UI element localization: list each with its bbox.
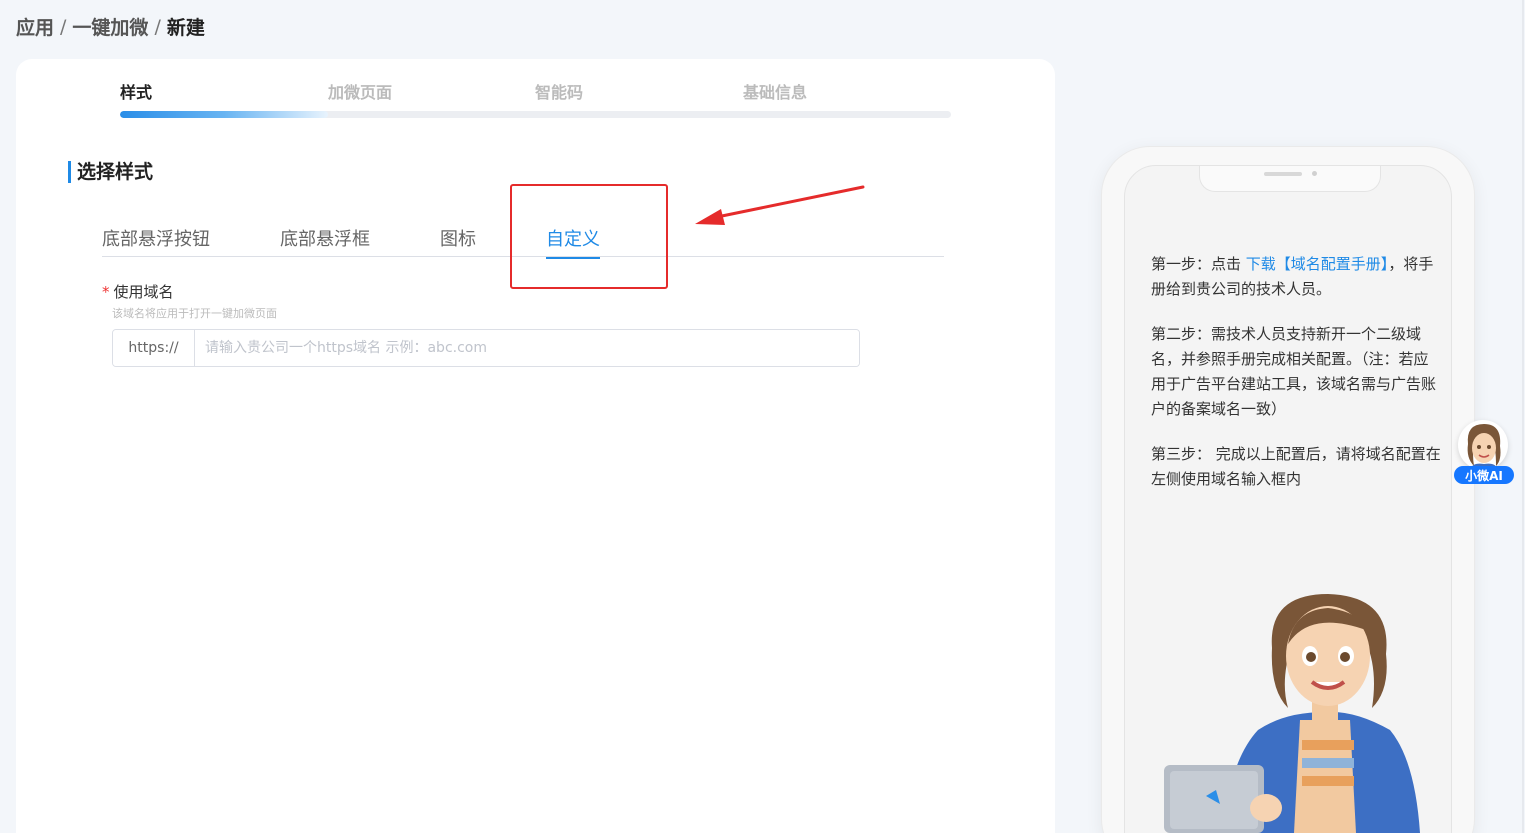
assistant-avatar-icon <box>1164 594 1420 833</box>
breadcrumb-separator: / <box>60 15 67 38</box>
instruction-step-2: 第二步：需技术人员支持新开一个二级域名，并参照手册完成相关配置。（注：若应用于广… <box>1151 322 1441 422</box>
step-smart-code[interactable]: 智能码 <box>535 79 583 103</box>
phone-notch <box>1199 166 1381 192</box>
domain-label-text: 使用域名 <box>113 283 174 301</box>
domain-field-hint: 该域名将应用于打开一键加微页面 <box>112 307 277 320</box>
breadcrumb-item-app[interactable]: 应用 <box>16 13 54 40</box>
domain-instructions: 第一步：点击 下载【域名配置手册】，将手册给到贵公司的技术人员。 第二步：需技术… <box>1151 252 1441 512</box>
instruction-step-3: 第三步： 完成以上配置后，请将域名配置在左侧使用域名输入框内 <box>1151 445 1441 488</box>
breadcrumb-separator: / <box>154 15 161 38</box>
domain-input[interactable] <box>195 330 859 366</box>
domain-prefix: https:// <box>113 330 195 366</box>
instruction-step-1: 第一步：点击 下载【域名配置手册】，将手册给到贵公司的技术人员。 <box>1151 252 1441 302</box>
main-card: 样式 加微页面 智能码 基础信息 选择样式 底部悬浮按钮 底部悬浮框 图标 自定… <box>16 59 1055 833</box>
phone-speaker <box>1264 172 1302 176</box>
right-edge-divider <box>1522 0 1524 833</box>
tab-bottom-float-box[interactable]: 底部悬浮框 <box>280 225 370 257</box>
breadcrumb-item-one-click[interactable]: 一键加微 <box>72 13 148 40</box>
ai-assistant-button[interactable]: 小微AI <box>1453 420 1515 486</box>
step-basic-info[interactable]: 基础信息 <box>743 79 807 103</box>
tab-icon[interactable]: 图标 <box>440 225 476 257</box>
ai-assistant-label: 小微AI <box>1454 466 1514 484</box>
step-add-wechat-page[interactable]: 加微页面 <box>328 79 392 103</box>
ai-assistant-avatar-icon <box>1458 420 1508 470</box>
tab-bottom-float-button[interactable]: 底部悬浮按钮 <box>102 225 210 257</box>
step-style[interactable]: 样式 <box>120 79 152 103</box>
download-link[interactable]: 下载 <box>1246 255 1276 273</box>
breadcrumb-item-current: 新建 <box>166 17 205 39</box>
required-mark: * <box>102 283 110 301</box>
step-progress-track <box>120 111 951 118</box>
step-progress: 样式 加微页面 智能码 基础信息 <box>120 79 952 119</box>
breadcrumb: 应用 / 一键加微 / 新建 <box>16 13 205 40</box>
section-title: 选择样式 <box>68 161 153 183</box>
step1-text: 第一步：点击 <box>1151 255 1246 273</box>
step-progress-fill <box>120 111 328 118</box>
phone-camera <box>1312 171 1317 176</box>
arrow-annotation-icon <box>695 185 865 225</box>
annotation-highlight-box <box>510 184 668 289</box>
domain-manual-link[interactable]: 【域名配置手册】 <box>1276 255 1389 273</box>
domain-field-label: * 使用域名 <box>102 281 174 302</box>
domain-input-group: https:// <box>112 329 860 367</box>
